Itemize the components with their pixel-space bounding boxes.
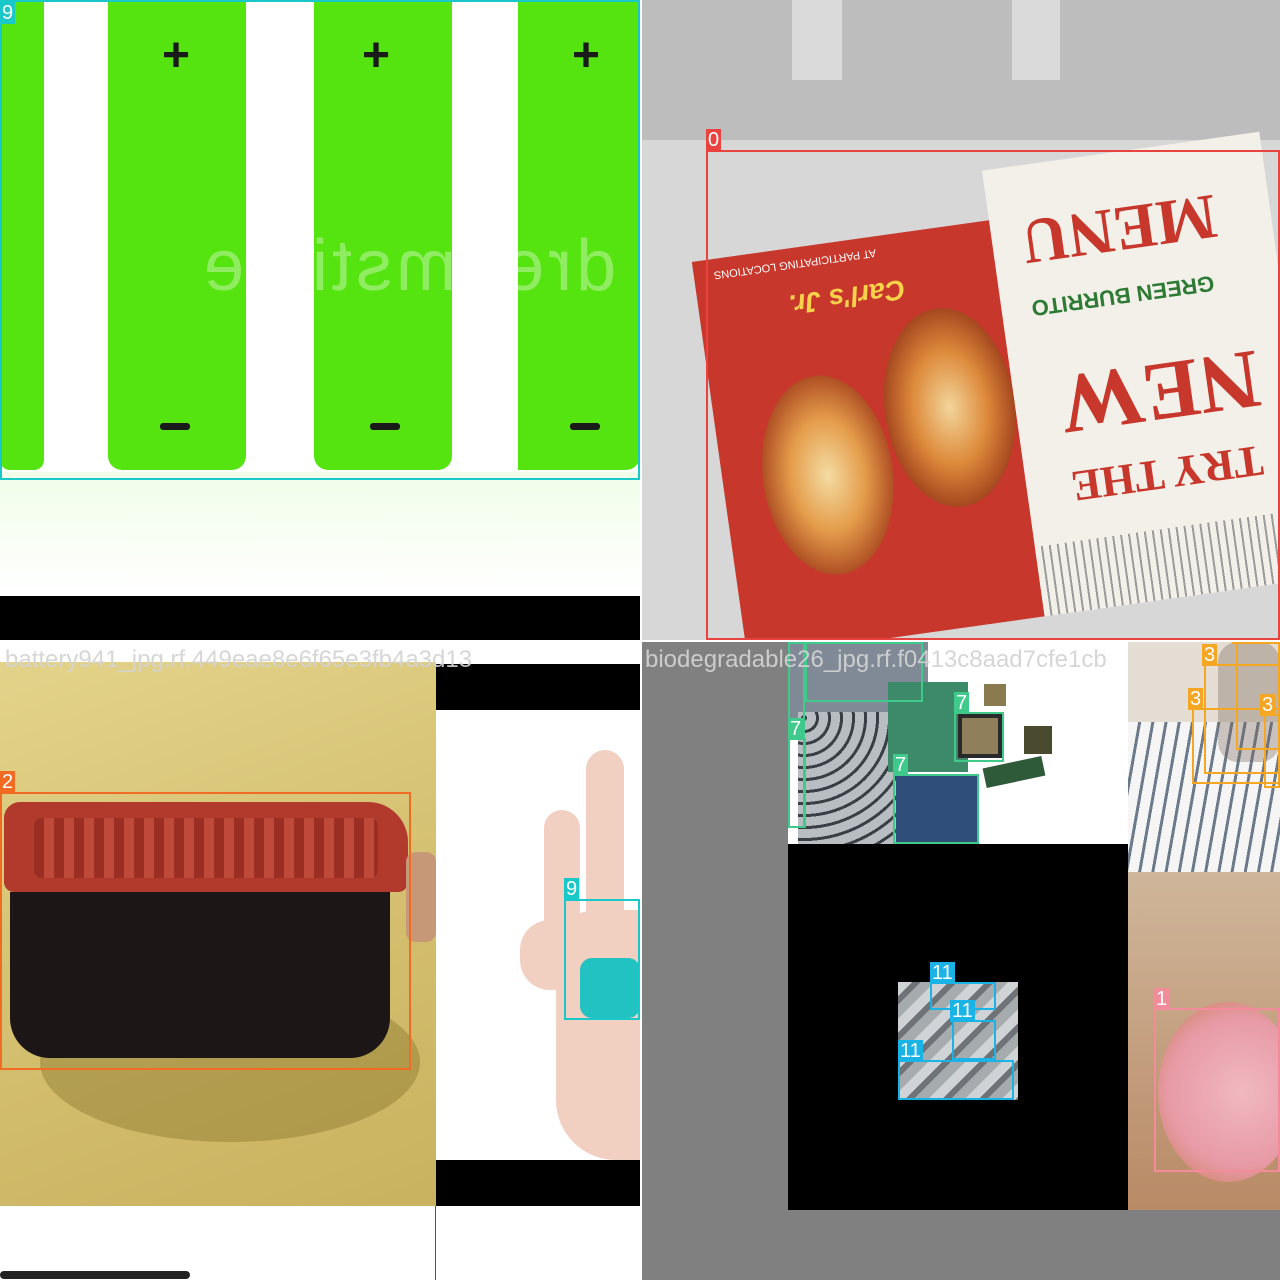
bbox-label: 11 bbox=[950, 1000, 975, 1022]
filename-text: biodegradable26 bbox=[645, 646, 824, 673]
lower-strip bbox=[0, 1206, 436, 1280]
bbox-label: 3 bbox=[1202, 644, 1218, 666]
bbox-label: 3 bbox=[1188, 688, 1204, 710]
bbox-class-9[interactable] bbox=[0, 0, 640, 480]
bbox-label: 3 bbox=[1260, 694, 1276, 716]
filename-suffix: _jpg.rf.f0413c8aad7cfe1cb bbox=[823, 646, 1107, 673]
tile-top-right: Carl's Jr. AT PARTICIPATING LOCATIONS ME… bbox=[642, 0, 1280, 640]
small-chip bbox=[984, 684, 1006, 706]
bbox-label: 9 bbox=[0, 2, 16, 24]
bbox-class-3[interactable] bbox=[1264, 714, 1280, 788]
bbox-class-2[interactable] bbox=[0, 792, 411, 1070]
battery-reflection bbox=[0, 472, 640, 596]
bbox-label: 3 bbox=[1232, 642, 1248, 644]
tile-top-left: + + + dreamstime 9 bbox=[0, 0, 640, 640]
bbox-class-7[interactable] bbox=[788, 738, 806, 828]
tile-bottom-right: 7 7 7 7 7 3 3 3 3 11 11 11 1 biodegradab… bbox=[642, 642, 1280, 1280]
tape-strip bbox=[1012, 0, 1060, 80]
bbox-class-11[interactable] bbox=[898, 1060, 1014, 1100]
upper-wall bbox=[642, 0, 1280, 140]
bbox-label: 7 bbox=[788, 718, 804, 740]
bbox-label: 7 bbox=[805, 642, 821, 644]
tile-bottom-left: 2 9 battery941_jpg.rf.449eae8e6f65e3fb4a… bbox=[0, 642, 640, 1280]
bbox-label: 11 bbox=[930, 962, 955, 984]
divider-line bbox=[435, 1206, 436, 1280]
bbox-label: 1 bbox=[1154, 988, 1170, 1010]
bbox-class-1[interactable] bbox=[1154, 1008, 1280, 1172]
bbox-label: 7 bbox=[788, 642, 804, 644]
bbox-class-11[interactable] bbox=[952, 1020, 996, 1060]
bbox-label: 9 bbox=[564, 878, 580, 900]
bbox-class-0[interactable] bbox=[706, 150, 1280, 640]
letterbox-bar bbox=[0, 596, 640, 640]
bbox-class-7[interactable] bbox=[893, 774, 979, 844]
bbox-label: 11 bbox=[898, 1040, 923, 1062]
dark-arc bbox=[0, 1271, 190, 1279]
tape-strip bbox=[792, 0, 842, 80]
bbox-label: 7 bbox=[954, 692, 970, 714]
grid-divider-horizontal bbox=[0, 640, 1280, 642]
bbox-label: 7 bbox=[893, 754, 909, 776]
small-chip bbox=[1024, 726, 1052, 754]
bbox-class-9[interactable] bbox=[564, 899, 640, 1020]
filename-label: battery941_jpg.rf.449eae8e6f65e3fb4a3d13 bbox=[5, 646, 473, 673]
drive-cage bbox=[798, 712, 898, 844]
letterbox-bar bbox=[436, 1160, 640, 1206]
bbox-class-7[interactable] bbox=[954, 712, 1004, 762]
bbox-label: 0 bbox=[706, 129, 722, 151]
bbox-label: 2 bbox=[0, 771, 16, 793]
filename-label: biodegradable26_jpg.rf.f0413c8aad7cfe1cb bbox=[645, 646, 1107, 674]
